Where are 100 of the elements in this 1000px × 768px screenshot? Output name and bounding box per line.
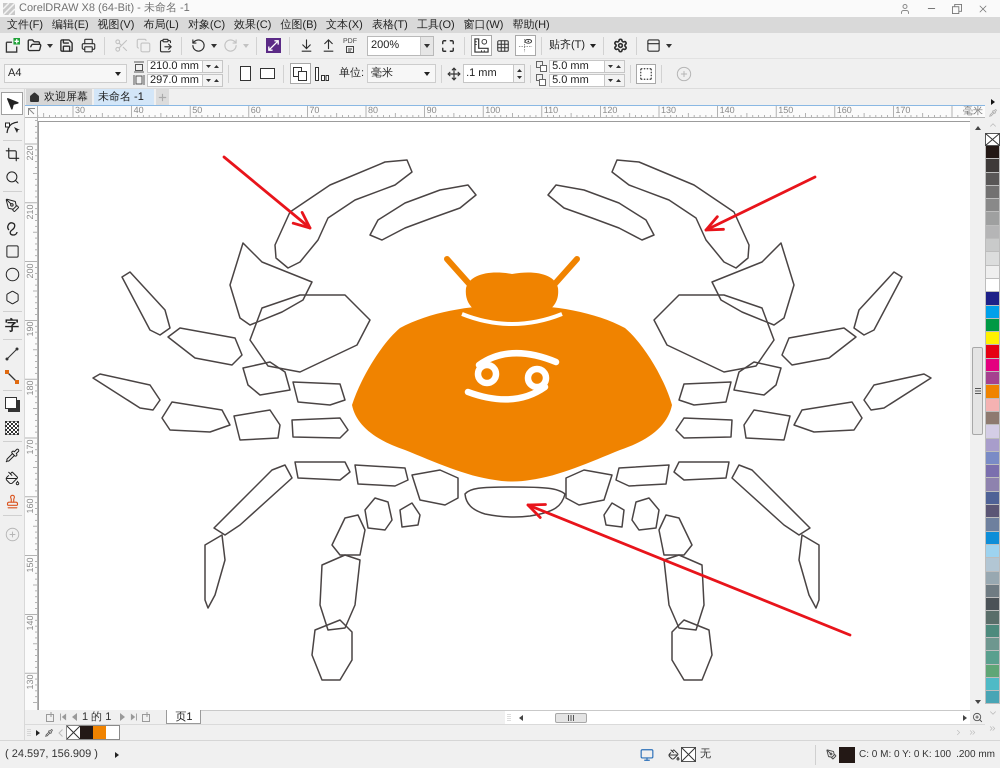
units-dropdown[interactable]: 毫米 [367,64,436,83]
menu-item[interactable]: 对象(C) [188,18,226,32]
zoom-level-dropdown[interactable]: 200% [367,36,434,56]
horizontal-scrollbar[interactable] [505,710,970,724]
snap-dropdown[interactable]: 贴齐(T) [547,34,598,56]
increment-button[interactable] [616,65,622,68]
menu-item[interactable]: 效果(C) [234,18,272,32]
color-swatch[interactable] [985,638,1000,652]
scroll-right-button[interactable] [963,714,967,720]
color-swatch[interactable] [985,465,1000,478]
color-swatch[interactable] [985,691,1000,704]
palette-menu-button[interactable] [36,730,40,736]
duplicate-x-field[interactable]: 5.0 mm [549,60,606,73]
decrement-button[interactable] [516,76,522,78]
color-swatch[interactable] [985,664,1000,678]
no-color-swatch-icon[interactable] [67,726,80,739]
color-swatch[interactable] [985,172,1000,186]
color-swatch[interactable] [985,412,1000,426]
color-swatch[interactable] [985,159,1000,173]
color-swatch[interactable] [985,199,1000,212]
nudge-distance-field[interactable]: .1 mm [463,64,514,83]
zoom-button[interactable] [970,710,985,724]
color-swatch[interactable] [106,726,119,739]
decrement-button[interactable] [608,79,614,82]
color-swatch[interactable] [985,558,1000,572]
color-swatch[interactable] [985,332,1000,346]
color-swatch[interactable] [80,726,93,739]
menu-item[interactable]: 编辑(E) [52,18,89,32]
status-menu-button[interactable] [114,752,119,758]
color-swatch[interactable] [985,624,1000,638]
color-swatch[interactable] [93,726,106,739]
color-swatch[interactable] [985,186,1000,200]
text-tool-button[interactable]: 字 [1,314,23,337]
color-swatch[interactable] [985,318,1000,332]
duplicate-y-field[interactable]: 5.0 mm [549,74,606,87]
color-swatch[interactable] [985,252,1000,266]
page-width-field[interactable]: 210.0 mm [147,60,203,73]
color-swatch[interactable] [985,212,1000,226]
page-height-field[interactable]: 297.0 mm [147,74,203,87]
menu-item[interactable]: 视图(V) [98,18,134,32]
document-tab[interactable]: 未命名 -1 [94,89,154,105]
color-swatch[interactable] [985,505,1000,518]
color-swatch[interactable] [985,584,1000,598]
menu-item[interactable]: 表格(T) [372,18,408,32]
color-swatch[interactable] [985,292,1000,306]
menu-item[interactable]: 文本(X) [326,18,363,32]
add-page-button[interactable] [45,711,56,723]
palette-menu-button[interactable] [990,97,994,107]
increment-button[interactable] [214,65,219,68]
color-swatch[interactable] [985,385,1000,399]
color-swatch[interactable] [985,358,1000,372]
color-swatch[interactable] [985,438,1000,452]
rulers-toggle[interactable] [470,35,492,56]
color-swatch[interactable] [985,572,1000,585]
guidelines-toggle[interactable] [514,35,536,56]
first-page-button[interactable] [58,711,69,723]
decrement-button[interactable] [206,79,211,82]
menu-item[interactable]: 布局(L) [143,18,179,32]
pick-tool-button[interactable] [1,92,23,115]
increment-button[interactable] [516,68,522,72]
scrollbar-thumb[interactable] [555,712,587,722]
color-swatch[interactable] [985,611,1000,625]
menu-item[interactable]: 工具(O) [416,18,455,32]
color-swatch[interactable] [985,146,1000,160]
color-swatch[interactable] [985,372,1000,386]
color-swatch[interactable] [985,278,1000,292]
document-tab[interactable]: 欢迎屏幕 [26,89,92,105]
menu-item[interactable]: 位图(B) [280,18,318,32]
scrollbar-thumb[interactable] [972,347,983,435]
color-swatch[interactable] [985,532,1000,545]
color-swatch[interactable] [985,226,1000,240]
add-page-button[interactable] [141,711,152,723]
color-swatch[interactable] [985,544,1000,558]
menu-item[interactable]: 帮助(H) [512,18,550,32]
increment-button[interactable] [214,79,219,82]
color-swatch[interactable] [985,678,1000,692]
increment-button[interactable] [616,79,622,82]
color-swatch[interactable] [985,452,1000,466]
menu-item[interactable]: 文件(F) [7,18,44,32]
no-color-swatch-icon[interactable] [985,133,1000,146]
color-swatch[interactable] [985,345,1000,359]
color-swatch[interactable] [985,598,1000,612]
all-pages-button[interactable] [290,63,310,84]
eyedropper-button[interactable] [45,728,53,736]
color-swatch[interactable] [985,651,1000,665]
color-swatch[interactable] [985,239,1000,252]
color-swatch[interactable] [985,398,1000,412]
color-swatch[interactable] [985,478,1000,492]
decrement-button[interactable] [206,65,211,68]
color-swatch[interactable] [985,492,1000,506]
treat-as-filled-button[interactable] [636,64,656,84]
menu-item[interactable]: 窗口(W) [464,18,504,32]
color-swatch[interactable] [985,306,1000,319]
last-page-button[interactable] [128,711,140,723]
decrement-button[interactable] [608,65,614,68]
page-tab[interactable]: 页1 [166,710,202,724]
color-swatch[interactable] [985,518,1000,532]
color-swatch[interactable] [985,425,1000,439]
page-size-dropdown[interactable]: A4 [4,64,127,83]
scroll-left-button[interactable] [519,714,523,720]
